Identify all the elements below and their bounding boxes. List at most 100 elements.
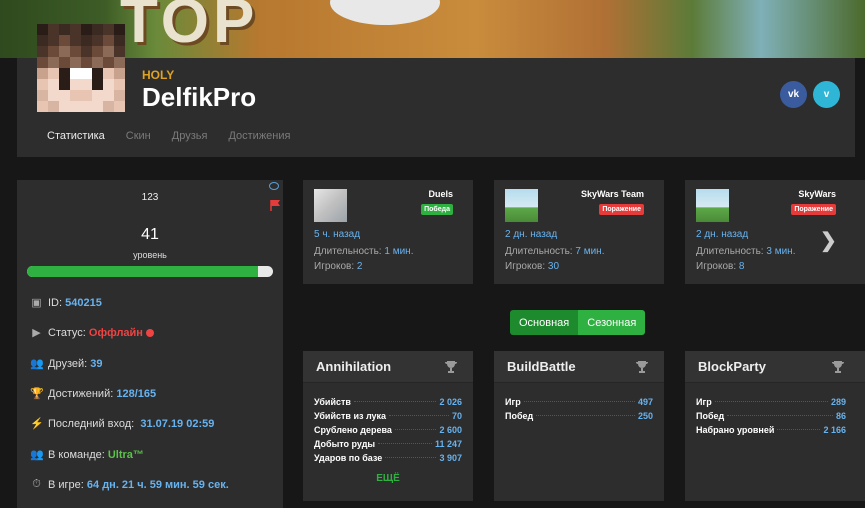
stat-label: Добыто руды xyxy=(314,439,376,449)
counter-text: 123 xyxy=(141,192,159,203)
stat-row: Убийств из лука 70 xyxy=(314,411,462,425)
avatar-pixel xyxy=(92,101,103,112)
main-stats-button[interactable]: Основная xyxy=(510,310,579,335)
game-players: Игроков: 2 xyxy=(314,261,363,272)
tab-achievements[interactable]: Достижения xyxy=(228,130,290,142)
stat-label: Убийств xyxy=(314,397,351,407)
id-value: 540215 xyxy=(65,296,102,309)
stats-rows: Игр 289 Побед 86 Набрано уровней 2 166 xyxy=(696,397,846,439)
dotted-leader xyxy=(389,415,449,416)
avatar-pixel xyxy=(59,90,70,101)
vimeo-icon[interactable]: v xyxy=(813,81,840,108)
level-progress-fill xyxy=(27,266,259,277)
dotted-leader xyxy=(394,429,437,430)
game-time-ago: 2 дн. назад xyxy=(696,229,749,240)
avatar-pixel xyxy=(92,35,103,46)
avatar-pixel xyxy=(114,90,125,101)
recent-game-card[interactable]: SkyWars Поражение 2 дн. назад Длительнос… xyxy=(685,180,865,284)
avatar-pixel xyxy=(59,101,70,112)
trophy-icon xyxy=(832,361,844,373)
tab-skin[interactable]: Скин xyxy=(126,130,151,142)
game-duration: Длительность: 3 мин. xyxy=(696,246,796,257)
recent-game-card[interactable]: Duels Победа 5 ч. назад Длительность: 1 … xyxy=(303,180,473,284)
stat-row: Ударов по базе 3 907 xyxy=(314,453,462,467)
avatar-pixel xyxy=(103,68,114,79)
more-link[interactable]: ЕЩЁ xyxy=(303,473,473,484)
recent-game-card[interactable]: SkyWars Team Поражение 2 дн. назад Длите… xyxy=(494,180,664,284)
stat-label: Побед xyxy=(696,411,725,421)
avatar-pixel xyxy=(81,57,92,68)
trophy-icon xyxy=(445,361,457,373)
flag-icon[interactable] xyxy=(270,200,281,211)
play-circle-icon: ▶ xyxy=(32,327,41,339)
avatar-pixel xyxy=(37,46,48,57)
tab-statistics[interactable]: Статистика xyxy=(47,130,105,142)
avatar-pixel xyxy=(37,90,48,101)
tab-friends[interactable]: Друзья xyxy=(172,130,208,142)
stat-value: 3 907 xyxy=(439,453,462,463)
avatar-pixel xyxy=(70,79,81,90)
stat-row: Срублено дерева 2 600 xyxy=(314,425,462,439)
stat-label: Срублено дерева xyxy=(314,425,392,435)
last-login-row: ⚡ Последний вход: 31.07.19 02:59 xyxy=(30,417,215,431)
game-name: SkyWars Team xyxy=(580,189,644,199)
stat-label: Ударов по базе xyxy=(314,453,383,463)
chat-icon[interactable] xyxy=(269,182,279,190)
achievements-row: 🏆 Достижений: 128/165 xyxy=(30,387,157,401)
chevron-right-icon[interactable]: ❯ xyxy=(820,228,837,253)
stats-mode-toggle: Основная Сезонная xyxy=(510,310,646,335)
avatar-pixel xyxy=(81,68,92,79)
avatar-pixel xyxy=(92,24,103,35)
avatar-pixel xyxy=(103,35,114,46)
avatar-pixel xyxy=(70,57,81,68)
stat-label: Убийств из лука xyxy=(314,411,387,421)
stat-value: 2 166 xyxy=(823,425,846,435)
avatar-pixel xyxy=(114,35,125,46)
profile-banner: TOP xyxy=(0,0,865,58)
avatar-pixel xyxy=(48,101,59,112)
game-duration: Длительность: 1 мин. xyxy=(314,246,414,257)
stats-rows: Убийств 2 026 Убийств из лука 70 Срублено де… xyxy=(314,397,462,467)
avatar-pixel xyxy=(70,35,81,46)
avatar-pixel xyxy=(48,35,59,46)
avatar-pixel xyxy=(92,79,103,90)
result-badge: Победа xyxy=(421,204,453,215)
avatar-pixel xyxy=(92,90,103,101)
banner-art xyxy=(330,0,440,25)
avatar-pixel xyxy=(59,68,70,79)
avatar-pixel xyxy=(103,79,114,90)
avatar-pixel xyxy=(48,90,59,101)
avatar-pixel xyxy=(114,79,125,90)
vk-icon[interactable]: vk xyxy=(780,81,807,108)
friends-row: 👥 Друзей: 39 xyxy=(30,357,103,371)
stat-label: Набрано уровней xyxy=(696,425,775,435)
season-stats-button[interactable]: Сезонная xyxy=(578,310,646,335)
rank-label: HOLY xyxy=(142,68,175,82)
profile-tabs: Статистика Скин Друзья Достижения xyxy=(47,130,290,142)
stat-label: Игр xyxy=(696,397,712,407)
avatar-pixel xyxy=(81,90,92,101)
avatar-pixel xyxy=(48,79,59,90)
stat-value: 11 247 xyxy=(434,439,462,449)
game-name: Duels xyxy=(428,189,453,199)
stat-value: 250 xyxy=(637,411,653,421)
dotted-leader xyxy=(714,401,828,402)
status-row: ▶ Статус: Оффлайн xyxy=(30,326,154,339)
level-value: 41 xyxy=(141,226,159,243)
game-stats-card: BuildBattle Игр 497 Побед 250 xyxy=(494,351,664,501)
achievements-value: 128/165 xyxy=(116,387,157,400)
result-badge: Поражение xyxy=(791,204,836,215)
trophy-icon xyxy=(636,361,648,373)
game-name: SkyWars xyxy=(798,189,836,199)
avatar-pixel xyxy=(103,24,114,35)
stat-row: Набрано уровней 2 166 xyxy=(696,425,846,439)
avatar-pixel xyxy=(37,101,48,112)
avatar-pixel xyxy=(81,24,92,35)
team-value[interactable]: Ultra™ xyxy=(108,449,144,461)
game-time-ago: 2 дн. назад xyxy=(505,229,558,240)
avatar-pixel xyxy=(48,24,59,35)
team-row: 👥 В команде: Ultra™ xyxy=(30,448,144,462)
avatar-pixel xyxy=(37,24,48,35)
avatar-pixel xyxy=(70,101,81,112)
avatar-pixel xyxy=(37,57,48,68)
